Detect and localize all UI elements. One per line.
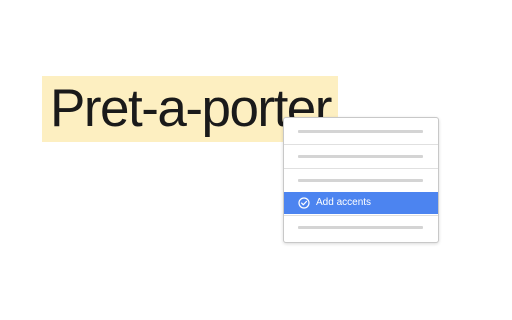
menu-item-placeholder-line: [298, 155, 423, 158]
menu-item-placeholder[interactable]: [284, 144, 438, 167]
menu-item-placeholder[interactable]: [284, 215, 438, 238]
menu-item-placeholder-line: [298, 179, 423, 182]
menu-item-placeholder-line: [298, 130, 423, 133]
menu-item-placeholder[interactable]: [284, 120, 438, 143]
menu-item-placeholder[interactable]: [284, 168, 438, 191]
check-circle-icon: [298, 197, 310, 209]
menu-item-placeholder-line: [298, 226, 423, 229]
menu-item-add-accents[interactable]: Add accents: [284, 192, 438, 214]
menu-item-label: Add accents: [316, 197, 372, 208]
context-menu: Add accents: [283, 117, 439, 243]
